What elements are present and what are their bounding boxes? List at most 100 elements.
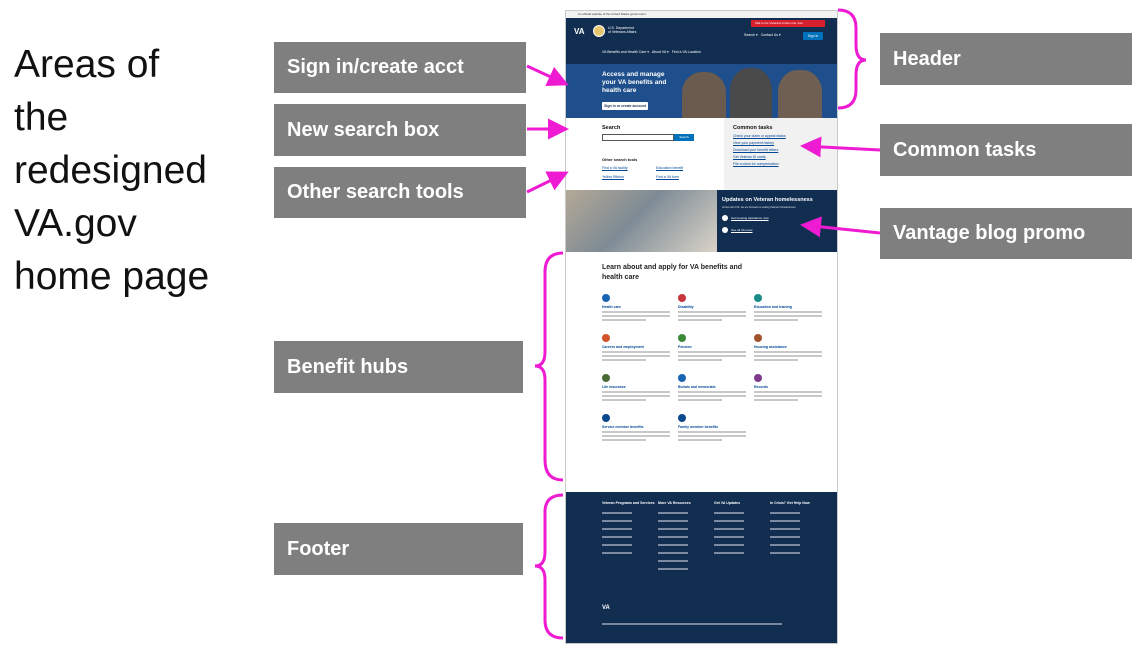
mock-common-tasks: Common tasks Check your claim or appeal …: [724, 118, 837, 190]
hub-icon: [602, 374, 610, 382]
footer-column: Get VA Updates: [714, 501, 770, 576]
promo-photo: [566, 190, 717, 252]
hub-title: Education and training: [754, 305, 792, 309]
benefit-hub: Health care: [602, 294, 678, 324]
footer-column: Veteran Programs and Services: [602, 501, 658, 576]
hub-icon: [678, 374, 686, 382]
benefit-hub: Disability: [678, 294, 754, 324]
callout-footer: Footer: [274, 523, 523, 575]
tasks-heading: Common tasks: [733, 125, 773, 131]
search-tool-link: Yellow Ribbon: [602, 175, 625, 179]
promo-link: See all VA news: [722, 227, 835, 233]
footer-column: In Crisis? Get Help Now: [770, 501, 826, 576]
hub-icon: [602, 294, 610, 302]
search-tool-link: Find a VA facility: [602, 166, 628, 170]
arrow-sign-in: [526, 64, 569, 86]
arrow-circle-icon: [722, 215, 728, 221]
hub-title: Health care: [602, 305, 621, 309]
footer-va-logo: VA: [602, 605, 610, 611]
benefit-hub: Family member benefits: [678, 414, 754, 444]
benefits-heading: Learn about and apply for VA benefits an…: [602, 264, 743, 281]
hub-title: Burials and memorials: [678, 385, 716, 389]
hub-icon: [602, 334, 610, 342]
hub-title: Careers and employment: [602, 345, 644, 349]
department-name: U.S. Department of Veterans Affairs: [608, 26, 636, 34]
brace-header: [837, 8, 867, 110]
mock-search-button: Search: [674, 134, 694, 141]
footer-heading: Veteran Programs and Services: [602, 501, 655, 505]
promo-link: Get housing assistance now: [722, 215, 835, 221]
mock-hero: Access and manage your VA benefits and h…: [566, 64, 837, 118]
task-link: Download your benefit letters: [733, 148, 779, 152]
mock-search-area: Search Search Other search tools Find a …: [566, 118, 837, 190]
search-tool-link: Education benefit: [656, 166, 684, 170]
promo-heading: Updates on Veteran homelessness: [722, 197, 813, 203]
footer-heading: Get VA Updates: [714, 501, 741, 505]
callout-header: Header: [880, 33, 1132, 85]
official-site-banner: An official website of the United States…: [566, 11, 837, 18]
task-link: Get Veteran ID cards: [733, 155, 766, 159]
arrow-circle-icon: [722, 227, 728, 233]
callout-benefit-hubs: Benefit hubs: [274, 341, 523, 393]
mock-header: VA U.S. Department of Veterans Affairs T…: [566, 18, 837, 64]
mock-vantage-promo: Updates on Veteran homelessness Across a…: [566, 190, 837, 252]
arrow-search-tools: [526, 171, 569, 194]
hub-icon: [678, 414, 686, 422]
benefit-hub: Records: [754, 374, 830, 404]
callout-search-box: New search box: [274, 104, 526, 156]
task-link: View your payment history: [733, 141, 774, 145]
homepage-mockup: An official website of the United States…: [565, 10, 838, 644]
title-line: redesigned: [14, 149, 207, 192]
callout-common-tasks: Common tasks: [880, 124, 1132, 176]
mock-sign-in-button: Sign in: [803, 32, 823, 40]
footer-legal-links: [602, 623, 782, 625]
hub-icon: [678, 334, 686, 342]
crisis-line-banner: Talk to the Veterans Crisis Line now: [751, 20, 825, 27]
hub-title: Disability: [678, 305, 694, 309]
benefit-hub: Service member benefits: [602, 414, 678, 444]
va-logo: VA: [574, 27, 585, 36]
utility-nav: Search ▾ Contact Us ▾: [744, 33, 781, 37]
footer-heading: More VA Resources: [658, 501, 691, 505]
mock-footer: Veteran Programs and Services More VA Re…: [566, 492, 837, 643]
hero-photo-veteran: [730, 68, 772, 118]
benefit-hub: Burials and memorials: [678, 374, 754, 404]
brace-footer: [534, 493, 564, 640]
benefit-hub: Careers and employment: [602, 334, 678, 364]
hub-icon: [754, 374, 762, 382]
mock-search-input: [602, 134, 674, 141]
hub-title: Service member benefits: [602, 425, 644, 429]
task-link: File a claim for compensation: [733, 162, 779, 166]
benefit-hub: Housing assistance: [754, 334, 830, 364]
title-line: home page: [14, 255, 210, 298]
search-heading: Search: [602, 125, 621, 131]
title-line: Areas of: [14, 43, 160, 86]
brace-benefit-hubs: [534, 251, 564, 482]
other-tools-heading: Other search tools: [602, 157, 638, 162]
hub-title: Records: [754, 385, 769, 389]
task-link: Check your claim or appeal status: [733, 134, 786, 138]
hero-title: Access and manage your VA benefits and h…: [602, 71, 667, 94]
footer-column: More VA Resources: [658, 501, 714, 576]
footer-heading: In Crisis? Get Help Now: [770, 501, 810, 505]
hub-title: Housing assistance: [754, 345, 787, 349]
search-tool-link: Find a VA form: [656, 175, 679, 179]
hub-title: Family member benefits: [678, 425, 719, 429]
hub-icon: [754, 294, 762, 302]
main-nav: VA Benefits and Health Care ▾ About VA ▾…: [602, 50, 701, 54]
callout-search-tools: Other search tools: [274, 167, 526, 218]
benefit-hub: Life insurance: [602, 374, 678, 404]
mock-benefit-hubs: Learn about and apply for VA benefits an…: [566, 252, 837, 494]
callout-vantage: Vantage blog promo: [880, 208, 1132, 259]
hub-icon: [678, 294, 686, 302]
hub-icon: [602, 414, 610, 422]
promo-summary: Across all of VA, we are focused on endi…: [722, 206, 797, 209]
slide-title: Areas of the redesigned VA.gov home page: [14, 38, 209, 303]
title-line: the: [14, 96, 69, 139]
hero-photo-veteran: [778, 70, 822, 118]
hub-title: Life insurance: [602, 385, 626, 389]
hub-title: Pension: [678, 345, 692, 349]
callout-sign-in: Sign in/create acct: [274, 42, 526, 93]
benefit-hub: Education and training: [754, 294, 830, 324]
title-line: VA.gov: [14, 202, 137, 245]
